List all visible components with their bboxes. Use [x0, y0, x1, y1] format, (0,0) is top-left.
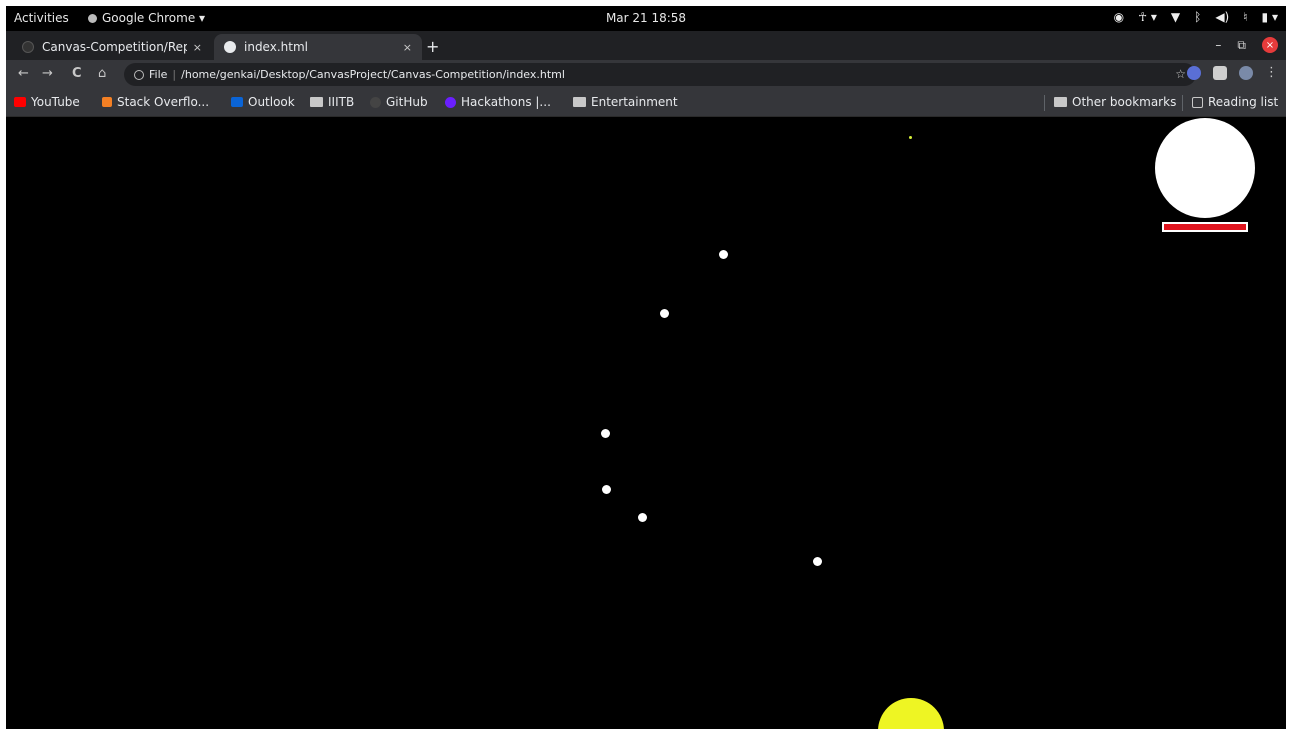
- bookmark-outlook[interactable]: Outlook: [231, 95, 295, 109]
- bookmark-youtube[interactable]: YouTube: [14, 95, 80, 109]
- globe-favicon-icon: [224, 41, 236, 53]
- url-separator: |: [172, 68, 177, 81]
- url-text[interactable]: /home/genkai/Desktop/CanvasProject/Canva…: [181, 68, 565, 81]
- back-button[interactable]: ←: [18, 66, 29, 81]
- bookmark-label: GitHub: [386, 95, 428, 109]
- bookmark-label: IIITB: [328, 95, 355, 109]
- white-dot: [638, 513, 647, 522]
- battery-icon: ▮ ▾: [1261, 10, 1278, 24]
- reload-button[interactable]: C: [72, 66, 82, 81]
- tab-strip: Canvas-Competition/Repo × index.html × +…: [6, 31, 1286, 60]
- screen: Activities Google Chrome ▾ Mar 21 18:58 …: [0, 0, 1292, 729]
- bookmark-hackathons[interactable]: Hackathons |...: [445, 95, 551, 109]
- white-dot: [602, 485, 611, 494]
- bookmark-label: Stack Overflo...: [117, 95, 210, 109]
- tab-index-html[interactable]: index.html ×: [214, 34, 422, 60]
- tab-title: Canvas-Competition/Repo: [42, 40, 187, 54]
- stackoverflow-icon: [102, 97, 112, 107]
- minimize-button[interactable]: –: [1215, 38, 1221, 52]
- desktop-frame: Activities Google Chrome ▾ Mar 21 18:58 …: [6, 6, 1286, 729]
- microphone-icon: ♮: [1243, 10, 1248, 24]
- reading-list[interactable]: Reading list: [1192, 95, 1278, 109]
- new-tab-button[interactable]: +: [426, 37, 439, 56]
- tab-title: index.html: [244, 40, 308, 54]
- yellow-circle: [878, 698, 944, 729]
- system-tray[interactable]: ◉ ☥ ▾ ▼ ᛒ ◀) ♮ ▮ ▾: [1114, 10, 1278, 24]
- other-bookmarks-label: Other bookmarks: [1072, 95, 1177, 109]
- home-button[interactable]: ⌂: [98, 66, 106, 81]
- puzzle-icon[interactable]: [1213, 65, 1227, 80]
- github-favicon-icon: [22, 41, 34, 53]
- bookmark-star-icon[interactable]: ☆: [1175, 67, 1186, 81]
- address-bar[interactable]: File | /home/genkai/Desktop/CanvasProjec…: [124, 63, 1196, 86]
- other-bookmarks[interactable]: Other bookmarks: [1054, 95, 1176, 109]
- profile-avatar[interactable]: [1239, 65, 1253, 80]
- folder-icon: [1054, 97, 1067, 107]
- volume-icon: ◀): [1215, 10, 1230, 24]
- gnome-top-bar: Activities Google Chrome ▾ Mar 21 18:58 …: [6, 6, 1286, 31]
- chrome-menu-button[interactable]: ⋮: [1265, 65, 1278, 80]
- bookmark-iiitb[interactable]: IIITB: [310, 95, 354, 109]
- tab-canvas-competition[interactable]: Canvas-Competition/Repo ×: [12, 34, 212, 60]
- bookmark-entertainment[interactable]: Entertainment: [573, 95, 678, 109]
- clock[interactable]: Mar 21 18:58: [6, 11, 1286, 25]
- bookmarks-bar: YouTube Stack Overflo... Outlook IIITB G…: [6, 89, 1286, 117]
- game-canvas[interactable]: [6, 118, 1286, 729]
- reading-list-icon: [1192, 96, 1203, 108]
- bookmarks-divider: [1182, 95, 1183, 111]
- github-icon: [370, 96, 381, 108]
- info-icon[interactable]: [134, 69, 144, 80]
- bookmark-label: Entertainment: [591, 95, 678, 109]
- reading-list-label: Reading list: [1208, 95, 1279, 109]
- white-dot: [601, 429, 610, 438]
- bookmark-stackoverflow[interactable]: Stack Overflo...: [102, 95, 209, 109]
- accessibility-icon[interactable]: ☥ ▾: [1138, 10, 1157, 24]
- white-dot: [719, 250, 728, 259]
- extension-icon[interactable]: [1187, 65, 1201, 80]
- hackathons-icon: [445, 96, 456, 108]
- outlook-icon: [231, 97, 243, 107]
- small-spark: [909, 136, 912, 139]
- bookmark-label: Outlook: [248, 95, 295, 109]
- tab-close-icon[interactable]: ×: [403, 41, 412, 54]
- wifi-icon: ▼: [1170, 10, 1181, 24]
- bluetooth-icon: ᛒ: [1194, 10, 1202, 24]
- tab-close-icon[interactable]: ×: [193, 41, 202, 54]
- window-controls: – ⧉ ×: [1215, 37, 1278, 53]
- restore-button[interactable]: ⧉: [1237, 38, 1246, 53]
- folder-icon: [310, 97, 323, 107]
- health-bar: [1162, 222, 1248, 232]
- bookmark-github[interactable]: GitHub: [370, 95, 428, 109]
- discord-icon[interactable]: ◉: [1114, 10, 1124, 24]
- folder-icon: [573, 97, 586, 107]
- forward-button[interactable]: →: [42, 66, 53, 81]
- extensions-area: ⋮: [1187, 65, 1278, 80]
- bookmarks-divider: [1044, 95, 1045, 111]
- health-bar-fill: [1164, 224, 1246, 230]
- player-circle: [1155, 118, 1255, 218]
- browser-toolbar: ← → C ⌂ File | /home/genkai/Desktop/Canv…: [6, 60, 1286, 89]
- bookmark-label: YouTube: [31, 95, 80, 109]
- white-dot: [660, 309, 669, 318]
- url-scheme: File: [149, 68, 168, 81]
- bookmark-label: Hackathons |...: [461, 95, 551, 109]
- youtube-icon: [14, 97, 26, 107]
- white-dot: [813, 557, 822, 566]
- close-window-button[interactable]: ×: [1262, 37, 1278, 53]
